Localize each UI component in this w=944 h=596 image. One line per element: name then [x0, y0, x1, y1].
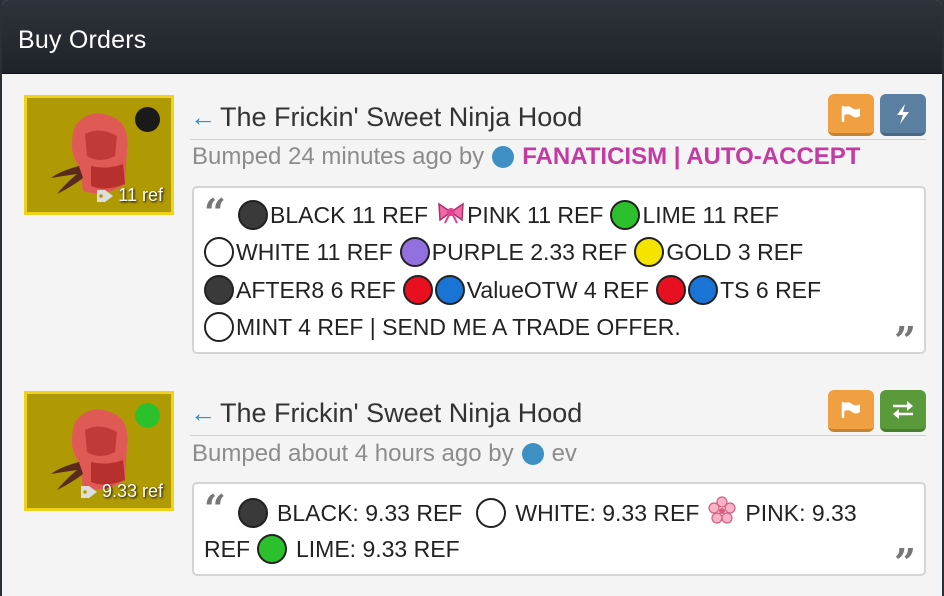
black-circle-icon — [238, 498, 268, 528]
message-text: LIME 11 REF — [642, 201, 779, 228]
cherry-blossom-icon — [708, 496, 737, 530]
arrow-left-icon: ← — [190, 398, 216, 428]
message-text: REF — [204, 535, 250, 562]
user-avatar-dot — [492, 146, 515, 168]
report-flag-button[interactable] — [828, 390, 874, 432]
bump-info: Bumped about 4 hours ago by ev — [192, 440, 577, 468]
bump-text: Bumped about 4 hours ago by — [192, 440, 514, 467]
swap-icon — [893, 400, 913, 419]
black-circle-icon — [204, 275, 234, 305]
message-text: BLACK: 9.33 REF — [277, 499, 463, 526]
flag-icon — [841, 105, 860, 122]
white-circle-icon — [204, 312, 234, 342]
lime-circle-icon — [610, 200, 641, 230]
item-name-link[interactable]: ← The Frickin' Sweet Ninja Hood — [190, 102, 582, 133]
price-label: 9.33 ref — [101, 481, 163, 501]
instant-trade-button[interactable] — [880, 94, 926, 136]
message-text: BLACK 11 REF — [270, 201, 429, 228]
message-text: TS 6 REF — [720, 276, 822, 303]
price-label: 11 ref — [118, 185, 163, 205]
message-text: GOLD 3 REF — [666, 238, 804, 265]
lime-circle-icon — [257, 534, 287, 564]
message-line: REF LIME: 9.33 REF — [204, 534, 460, 564]
listing-message: “ BLACK: 9.33 REF WHITE: 9.33 REF PINK: … — [192, 482, 926, 582]
message-text: PURPLE 2.33 REF — [431, 238, 628, 265]
purple-circle-icon — [399, 237, 430, 267]
message-text: WHITE: 9.33 REF — [515, 499, 700, 526]
red-circle-icon — [656, 275, 687, 305]
item-name-link[interactable]: ← The Frickin' Sweet Ninja Hood — [190, 398, 582, 429]
item-name: The Frickin' Sweet Ninja Hood — [220, 102, 583, 132]
message-text: MINT 4 REF | SEND ME A TRADE OFFER. — [236, 313, 681, 340]
tag-icon — [97, 189, 114, 202]
tag-icon — [80, 485, 97, 498]
yellow-circle-icon — [634, 237, 665, 267]
arrow-left-icon: ← — [190, 102, 216, 132]
item-title-row: ← The Frickin' Sweet Ninja Hood — [190, 94, 926, 140]
blue-circle-icon — [434, 275, 465, 305]
message-text: WHITE 11 REF — [236, 238, 393, 265]
message-text: LIME: 9.33 REF — [296, 535, 460, 562]
user-link[interactable]: FANATICISM | AUTO-ACCEPT — [522, 143, 860, 171]
quote-close-icon: ” — [894, 540, 916, 585]
message-line: AFTER8 6 REF ValueOTW 4 REF TS 6 REF — [204, 275, 821, 305]
buy-orders-panel: Buy Orders 11 ref ← The Frickin' Sweet N… — [2, 0, 942, 596]
status-dot-offline — [135, 107, 160, 132]
message-line: MINT 4 REF | SEND ME A TRADE OFFER. — [204, 312, 681, 342]
message-line: BLACK 11 REF PINK 11 REF LIME 11 REF — [238, 200, 779, 230]
white-circle-icon — [476, 498, 507, 528]
price-tag: 11 ref — [96, 185, 163, 206]
item-thumbnail[interactable]: 9.33 ref — [24, 391, 174, 511]
item-name: The Frickin' Sweet Ninja Hood — [220, 398, 583, 428]
message-text: AFTER8 6 REF — [236, 276, 396, 303]
panel-header: Buy Orders — [2, 0, 942, 74]
status-dot-online — [135, 403, 160, 428]
message-text: PINK: 9.33 — [745, 499, 857, 526]
message-text: PINK 11 REF — [467, 201, 604, 228]
price-tag: 9.33 ref — [80, 481, 163, 502]
white-circle-icon — [204, 237, 234, 267]
pink-ribbon-icon — [437, 200, 465, 230]
bump-text: Bumped 24 minutes ago by — [192, 143, 485, 170]
listing-message: “ BLACK 11 REF PINK 11 REF LIME 11 REF W… — [192, 186, 926, 360]
black-circle-icon — [238, 200, 268, 230]
lightning-icon — [897, 103, 909, 124]
message-line: WHITE 11 REF PURPLE 2.33 REF GOLD 3 REF — [204, 237, 803, 267]
send-offer-button[interactable] — [880, 390, 926, 432]
blue-circle-icon — [688, 275, 719, 305]
message-line: BLACK: 9.33 REF WHITE: 9.33 REF PINK: 9.… — [238, 496, 857, 530]
quote-open-icon: “ — [204, 486, 226, 531]
user-avatar-dot — [521, 443, 544, 465]
bump-info: Bumped 24 minutes ago by FANATICISM | AU… — [192, 143, 860, 171]
panel-title: Buy Orders — [18, 26, 147, 54]
quote-open-icon: “ — [204, 190, 226, 235]
user-link[interactable]: ev — [552, 440, 577, 468]
flag-icon — [841, 401, 860, 418]
red-circle-icon — [402, 275, 433, 305]
quote-close-icon: ” — [894, 318, 916, 363]
item-title-row: ← The Frickin' Sweet Ninja Hood — [190, 390, 926, 436]
message-text: ValueOTW 4 REF — [466, 276, 650, 303]
item-thumbnail[interactable]: 11 ref — [24, 95, 174, 215]
report-flag-button[interactable] — [828, 94, 874, 136]
